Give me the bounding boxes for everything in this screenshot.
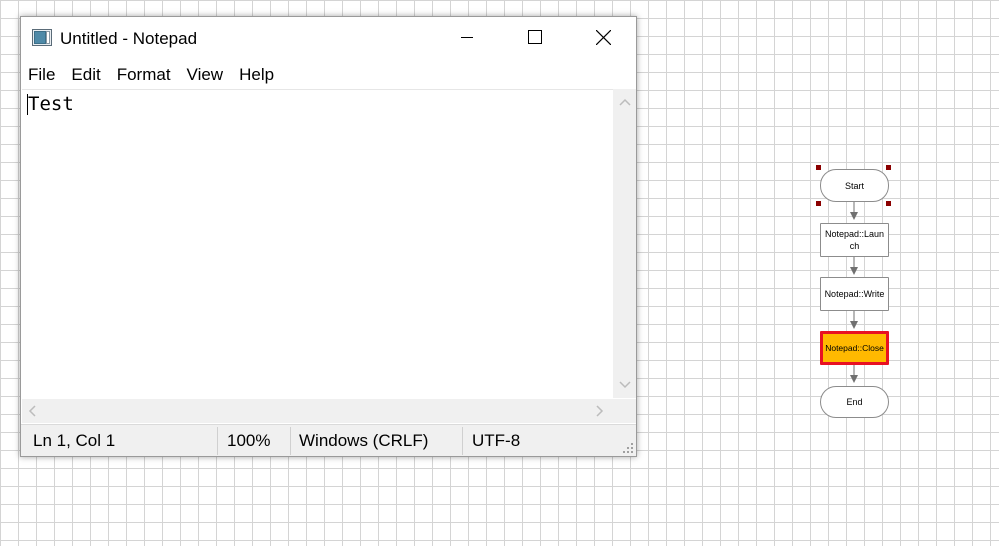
flow-node-end[interactable]: End bbox=[820, 386, 889, 418]
flow-connectors bbox=[850, 202, 858, 383]
flow-node-label: Start bbox=[844, 180, 864, 191]
flow-node-label: End bbox=[846, 397, 863, 407]
flow-node-close[interactable]: Notepad::Close bbox=[820, 331, 889, 365]
selection-handle[interactable] bbox=[886, 201, 891, 206]
selection-handle[interactable] bbox=[816, 201, 821, 206]
flow-node-label: Notepad::Write bbox=[824, 289, 885, 299]
flow-node-launch[interactable]: Notepad::Launch bbox=[820, 223, 889, 257]
flow-node-start[interactable]: Start bbox=[820, 169, 889, 202]
flow-node-label: Notepad::Close bbox=[825, 343, 884, 353]
flowchart-canvas: Start Notepad::Launch Notepad::Write Not… bbox=[0, 0, 999, 546]
selection-handle[interactable] bbox=[816, 165, 821, 170]
flow-node-write[interactable]: Notepad::Write bbox=[820, 277, 889, 311]
selection-handle[interactable] bbox=[886, 165, 891, 170]
flow-node-label: Notepad::Launch bbox=[824, 229, 885, 251]
